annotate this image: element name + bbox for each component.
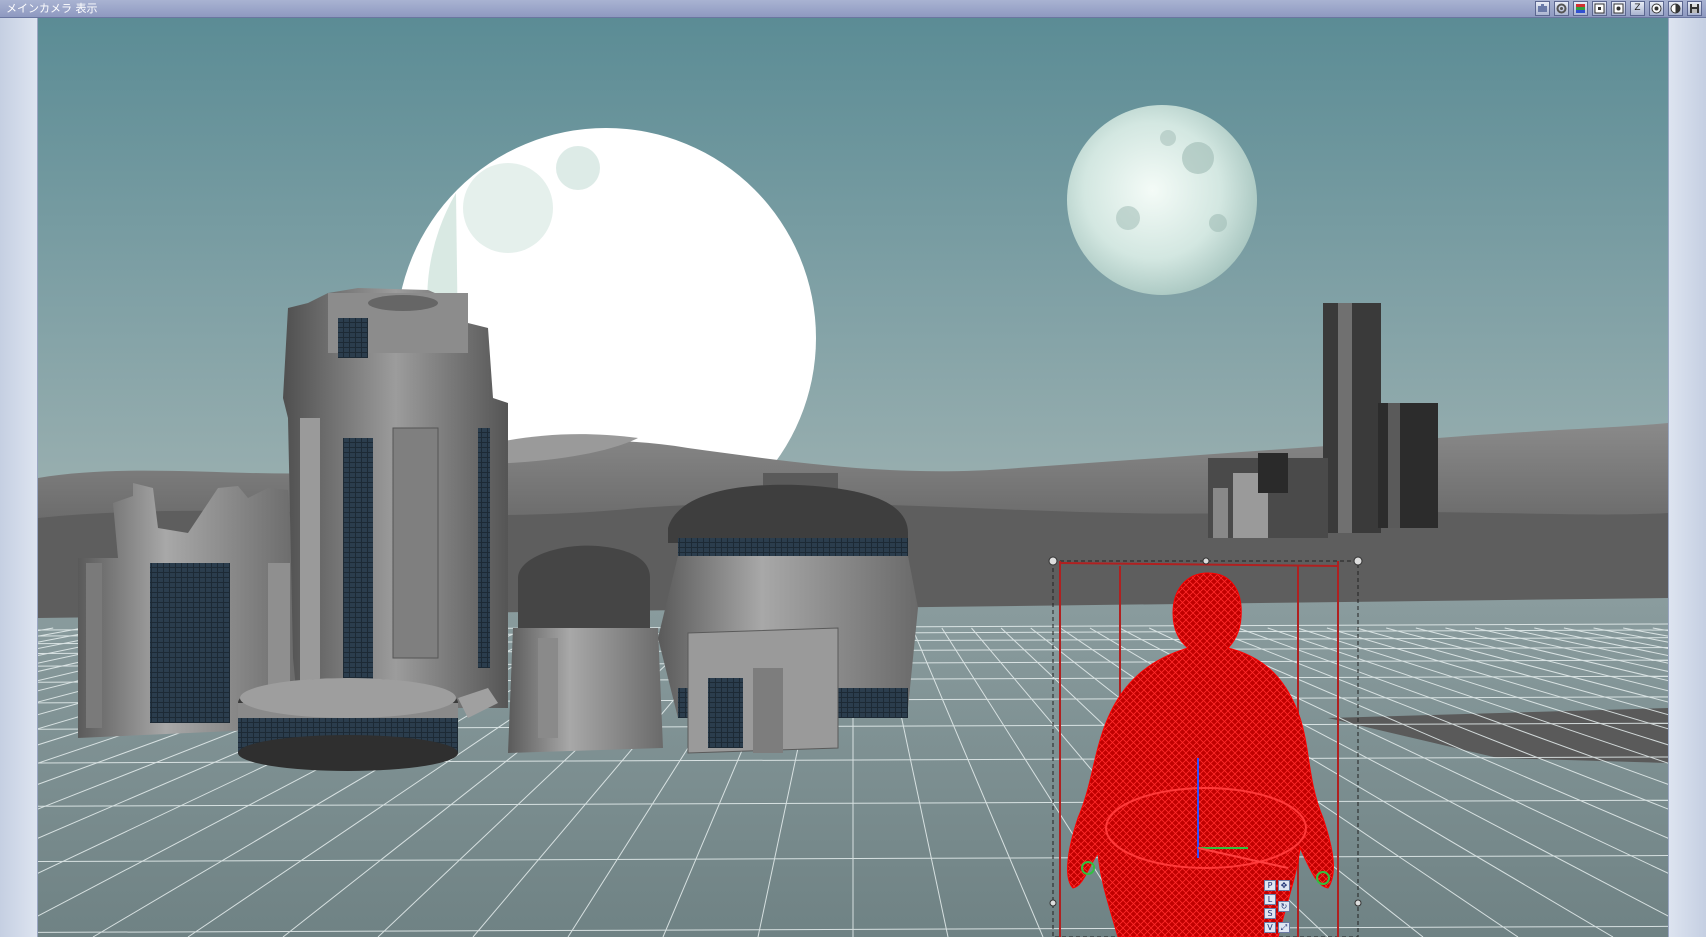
window-title: メインカメラ 表示 xyxy=(6,2,98,15)
gizmo-v-button[interactable]: V xyxy=(1264,922,1276,933)
main-camera-window: メインカメラ 表示 Z P L S V ✥ ↻ ⤢ xyxy=(0,0,1706,937)
tall-tower xyxy=(283,288,508,708)
gizmo-s-button[interactable]: S xyxy=(1264,908,1276,919)
save-button[interactable] xyxy=(1687,1,1702,16)
gizmo-l-button[interactable]: L xyxy=(1264,894,1276,905)
rotate-gizmo-icon[interactable]: ↻ xyxy=(1278,901,1290,912)
shading-button[interactable] xyxy=(1611,1,1626,16)
contrast-button[interactable] xyxy=(1668,1,1683,16)
circle-icon xyxy=(1651,3,1662,14)
gizmo-p-button[interactable]: P xyxy=(1264,880,1276,891)
display-mode-button[interactable] xyxy=(1649,1,1664,16)
render-button[interactable] xyxy=(1592,1,1607,16)
z-buffer-button[interactable]: Z xyxy=(1630,1,1645,16)
viewport-toolbar: Z xyxy=(1535,1,1702,16)
camera-icon xyxy=(1538,4,1547,12)
settings-button[interactable] xyxy=(1554,1,1569,16)
square-dot-icon xyxy=(1613,3,1624,14)
3d-viewport[interactable]: P L S V ✥ ↻ ⤢ xyxy=(38,18,1668,937)
title-bar[interactable]: メインカメラ 表示 Z xyxy=(0,0,1706,18)
scene-render[interactable] xyxy=(38,18,1668,937)
floppy-icon xyxy=(1690,4,1699,13)
half-circle-icon xyxy=(1670,3,1681,14)
dome-building xyxy=(658,473,918,754)
camera-view-button[interactable] xyxy=(1535,1,1550,16)
color-bars-icon xyxy=(1576,4,1585,13)
cylinder-building xyxy=(508,545,663,753)
left-letterbox-bar xyxy=(0,18,38,937)
square-dot-icon xyxy=(1594,3,1605,14)
small-moon xyxy=(1067,105,1257,295)
right-letterbox-bar xyxy=(1668,18,1706,937)
move-gizmo-icon[interactable]: ✥ xyxy=(1278,880,1290,891)
z-icon: Z xyxy=(1634,3,1641,13)
gear-icon xyxy=(1556,3,1567,14)
color-button[interactable] xyxy=(1573,1,1588,16)
scale-gizmo-icon[interactable]: ⤢ xyxy=(1278,922,1290,933)
